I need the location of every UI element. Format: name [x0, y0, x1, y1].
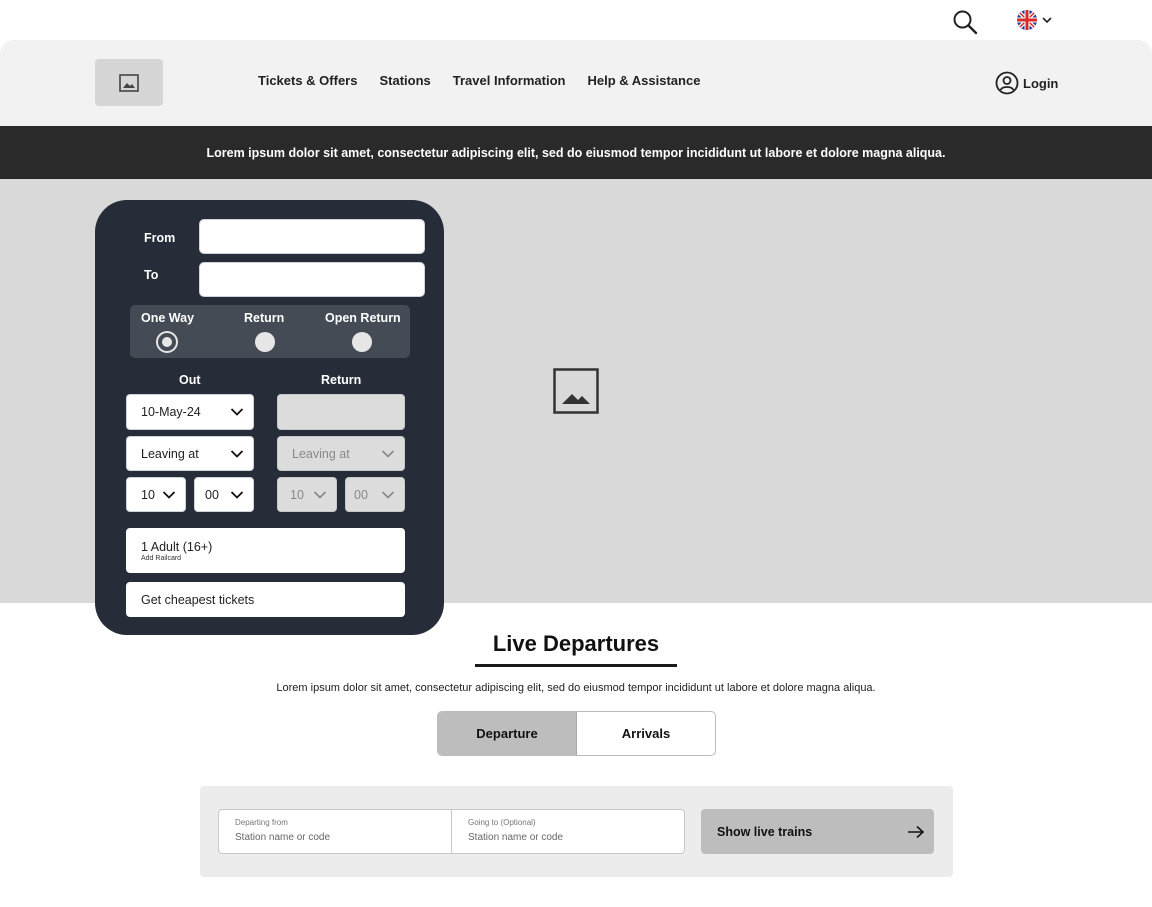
chevron-down-icon	[230, 449, 244, 458]
to-label: To	[144, 268, 159, 282]
live-departures-title: Live Departures	[492, 631, 660, 656]
return-date-select[interactable]	[277, 394, 405, 430]
title-underline	[475, 664, 677, 667]
get-tickets-button[interactable]: Get cheapest tickets	[126, 582, 405, 617]
chevron-down-icon	[230, 408, 244, 416]
return-leaving-select[interactable]: Leaving at	[277, 436, 405, 471]
going-to-placeholder: Station name or code	[468, 832, 564, 843]
out-label: Out	[179, 373, 201, 387]
going-to-label: Going to (Optional)	[468, 818, 536, 827]
nav-item-tickets[interactable]: Tickets & Offers	[258, 73, 357, 88]
to-input[interactable]	[199, 262, 425, 297]
out-date-value: 10-May-24	[141, 405, 201, 419]
departing-from-field[interactable]: Departing from Station name or code	[218, 809, 452, 854]
journey-planner: From To One Way Return Open Return Out R…	[95, 200, 444, 635]
trip-type-group: One Way Return Open Return	[130, 305, 410, 358]
out-minute-value: 00	[205, 487, 219, 502]
out-leaving-value: Leaving at	[141, 446, 199, 461]
banner-text: Lorem ipsum dolor sit amet, consectetur …	[206, 145, 946, 160]
passengers-selector[interactable]: 1 Adult (16+) Add Railcard	[126, 528, 405, 573]
user-circle-icon	[995, 71, 1019, 95]
from-label: From	[144, 231, 176, 245]
search-icon[interactable]	[951, 8, 979, 36]
passengers-value: 1 Adult (16+)	[141, 540, 213, 554]
nav-item-stations[interactable]: Stations	[379, 73, 430, 88]
image-placeholder-icon	[119, 73, 139, 92]
departing-from-label: Departing from	[235, 818, 288, 827]
departure-arrival-tabs: Departure Arrivals	[437, 711, 716, 756]
get-tickets-label: Get cheapest tickets	[141, 592, 255, 607]
return-leaving-value: Leaving at	[292, 446, 350, 461]
return-minute-select[interactable]: 00	[345, 477, 405, 512]
out-leaving-select[interactable]: Leaving at	[126, 436, 254, 471]
return-hour-value: 10	[290, 487, 304, 502]
language-selector[interactable]	[1016, 8, 1056, 32]
logo[interactable]	[95, 59, 163, 106]
trip-return-label: Return	[244, 311, 285, 325]
trip-one-way-label: One Way	[141, 311, 195, 325]
arrow-right-icon	[908, 825, 925, 838]
nav-item-help[interactable]: Help & Assistance	[587, 73, 700, 88]
return-label: Return	[321, 373, 362, 387]
nav-item-travel-information[interactable]: Travel Information	[453, 73, 566, 88]
chevron-down-icon	[313, 490, 327, 499]
live-trains-search: Departing from Station name or code Goin…	[200, 786, 953, 877]
chevron-down-icon	[1042, 17, 1052, 24]
live-departures-description: Lorem ipsum dolor sit amet, consectetur …	[276, 682, 876, 694]
out-date-select[interactable]: 10-May-24	[126, 394, 254, 430]
announcement-banner: Lorem ipsum dolor sit amet, consectetur …	[0, 126, 1152, 179]
main-nav: Tickets & Offers Stations Travel Informa…	[258, 73, 700, 88]
out-minute-select[interactable]: 00	[194, 477, 254, 512]
railcard-link[interactable]: Add Railcard	[141, 555, 181, 562]
tab-arrivals[interactable]: Arrivals	[577, 712, 715, 755]
login-button[interactable]: Login	[995, 71, 1058, 95]
chevron-down-icon	[162, 490, 176, 499]
image-placeholder-icon	[553, 368, 599, 414]
trip-open-return-label: Open Return	[325, 311, 401, 325]
return-hour-select[interactable]: 10	[277, 477, 337, 512]
going-to-field[interactable]: Going to (Optional) Station name or code	[451, 809, 685, 854]
trip-one-way-radio[interactable]	[158, 333, 176, 351]
chevron-down-icon	[381, 449, 395, 458]
chevron-down-icon	[230, 490, 244, 499]
tab-departure[interactable]: Departure	[438, 712, 577, 755]
out-hour-select[interactable]: 10	[126, 477, 186, 512]
chevron-down-icon	[381, 490, 395, 499]
uk-flag-icon	[1017, 10, 1037, 30]
show-live-trains-label: Show live trains	[717, 824, 813, 839]
trip-open-return-radio[interactable]	[352, 332, 372, 352]
site-header: Tickets & Offers Stations Travel Informa…	[0, 40, 1152, 126]
login-label: Login	[1023, 75, 1059, 91]
out-hour-value: 10	[141, 487, 155, 502]
show-live-trains-button[interactable]: Show live trains	[701, 809, 934, 854]
from-input[interactable]	[199, 219, 425, 254]
departing-from-placeholder: Station name or code	[235, 832, 331, 843]
return-minute-value: 00	[354, 487, 368, 502]
trip-return-radio[interactable]	[255, 332, 275, 352]
